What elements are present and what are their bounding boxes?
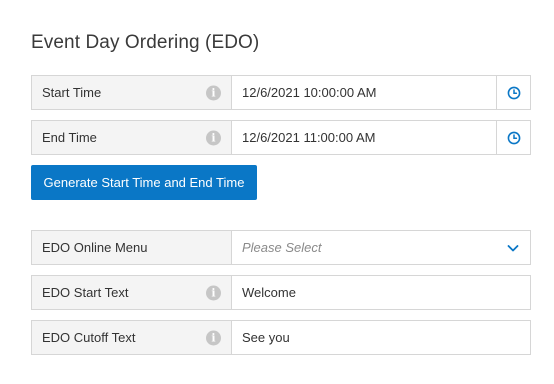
edo-start-text-row: EDO Start Text i Welcome	[31, 275, 531, 310]
edo-online-menu-label: EDO Online Menu	[42, 240, 148, 255]
chevron-down-icon[interactable]	[506, 241, 520, 255]
info-icon[interactable]: i	[206, 285, 221, 300]
edo-cutoff-text-label-cell: EDO Cutoff Text i	[32, 321, 232, 354]
edo-online-menu-row: EDO Online Menu Please Select	[31, 230, 531, 265]
info-icon[interactable]: i	[206, 330, 221, 345]
edo-online-menu-select[interactable]: Please Select	[232, 231, 530, 264]
start-time-label-cell: Start Time i	[32, 76, 232, 109]
end-time-label-cell: End Time i	[32, 121, 232, 154]
info-icon[interactable]: i	[206, 85, 221, 100]
end-time-picker-button[interactable]	[496, 121, 530, 154]
clock-icon	[507, 131, 520, 144]
start-time-input[interactable]: 12/6/2021 10:00:00 AM	[232, 76, 496, 109]
clock-icon	[507, 86, 520, 99]
start-time-row: Start Time i 12/6/2021 10:00:00 AM	[31, 75, 531, 110]
start-time-label: Start Time	[42, 85, 102, 100]
edo-cutoff-text-input[interactable]: See you	[232, 321, 530, 354]
end-time-label: End Time	[42, 130, 97, 145]
edo-start-text-input[interactable]: Welcome	[232, 276, 530, 309]
edo-online-menu-label-cell: EDO Online Menu	[32, 231, 232, 264]
end-time-row: End Time i 12/6/2021 11:00:00 AM	[31, 120, 531, 155]
edo-start-text-label: EDO Start Text	[42, 285, 129, 300]
page-title: Event Day Ordering (EDO)	[31, 32, 260, 53]
edo-cutoff-text-row: EDO Cutoff Text i See you	[31, 320, 531, 355]
start-time-picker-button[interactable]	[496, 76, 530, 109]
end-time-input[interactable]: 12/6/2021 11:00:00 AM	[232, 121, 496, 154]
generate-times-button[interactable]: Generate Start Time and End Time	[31, 165, 257, 200]
edo-online-menu-placeholder: Please Select	[242, 240, 322, 255]
edo-cutoff-text-label: EDO Cutoff Text	[42, 330, 136, 345]
edo-start-text-label-cell: EDO Start Text i	[32, 276, 232, 309]
info-icon[interactable]: i	[206, 130, 221, 145]
